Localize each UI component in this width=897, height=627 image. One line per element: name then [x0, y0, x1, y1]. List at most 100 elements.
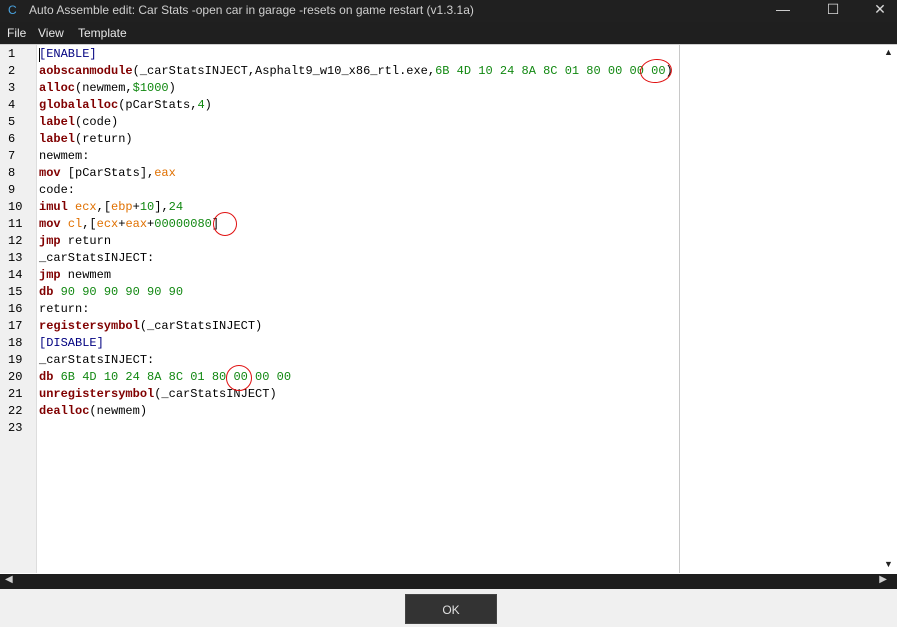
code-line-3: alloc(newmem,$1000): [39, 80, 176, 97]
code-text: (_carStatsINJECT): [154, 387, 277, 401]
title-bar: C Auto Assemble edit: Car Stats -open ca…: [0, 0, 897, 22]
number: 24: [168, 200, 184, 214]
line-number: 22: [8, 404, 23, 418]
number: 00000080: [154, 217, 212, 231]
line-number: 6: [8, 132, 16, 146]
minimize-button[interactable]: —: [760, 0, 806, 22]
code-text: newmem: [60, 268, 112, 282]
number: $1000: [132, 81, 169, 95]
line-number-gutter: 1 2 3 4 5 6 7 8 9 10 11 12 13 14 15 16 1…: [0, 45, 37, 573]
annotation-circle-line20: [226, 365, 252, 391]
menu-view[interactable]: View: [38, 26, 64, 40]
register: cl: [67, 217, 83, 231]
menu-bar: File View Template: [0, 22, 897, 44]
line-number: 7: [8, 149, 16, 163]
keyword: aobscanmodule: [39, 64, 133, 78]
keyword: registersymbol: [39, 319, 140, 333]
keyword: db: [39, 285, 54, 299]
keyword: label: [39, 115, 76, 129]
code-text: +: [132, 200, 140, 214]
line-number: 16: [8, 302, 23, 316]
code-line-15: db 90 90 90 90 90 90: [39, 284, 183, 301]
line-number: 10: [8, 200, 23, 214]
code-text: ): [204, 98, 212, 112]
button-panel: OK: [0, 589, 897, 627]
line-number: 4: [8, 98, 16, 112]
menu-file[interactable]: File: [7, 26, 26, 40]
code-text: return: [60, 234, 112, 248]
register: ebp: [111, 200, 133, 214]
line-number: 13: [8, 251, 23, 265]
register: ecx: [75, 200, 97, 214]
line-number: 15: [8, 285, 23, 299]
vertical-scrollbar[interactable]: ▲ ▼: [880, 45, 897, 573]
disable-directive: [DISABLE]: [39, 336, 104, 350]
line-number: 19: [8, 353, 23, 367]
enable-directive: [ENABLE]: [39, 47, 97, 61]
line-number: 14: [8, 268, 23, 282]
code-editor[interactable]: 1 2 3 4 5 6 7 8 9 10 11 12 13 14 15 16 1…: [0, 44, 897, 575]
line-number: 20: [8, 370, 23, 384]
code-line-10: imul ecx,[ebp+10],24: [39, 199, 183, 216]
cheat-engine-icon: C: [8, 3, 17, 17]
code-line-4: globalalloc(pCarStats,4): [39, 97, 212, 114]
register: ecx: [96, 217, 119, 231]
label-text: return:: [39, 302, 90, 316]
line-number: 21: [8, 387, 23, 401]
number: 4: [197, 98, 205, 112]
keyword: label: [39, 132, 76, 146]
code-line-5: label(code): [39, 114, 118, 131]
scroll-right-icon[interactable]: ▶: [879, 574, 887, 585]
menu-template[interactable]: Template: [78, 26, 127, 40]
horizontal-scrollbar[interactable]: ◀ ▶: [0, 574, 897, 589]
code-line-6: label(return): [39, 131, 133, 148]
code-line-22: dealloc(newmem): [39, 403, 147, 420]
code-text: (_carStatsINJECT,Asphalt9_w10_x86_rtl.ex…: [132, 64, 436, 78]
aob-bytes: 6B 4D 10 24 8A 8C 01 80 00 00 00: [435, 64, 666, 78]
keyword: jmp: [39, 268, 61, 282]
keyword: mov: [39, 217, 61, 231]
keyword: db: [39, 370, 54, 384]
code-text: (newmem): [89, 404, 148, 418]
original-bytes: 6B 4D 10 24 8A 8C 01 80 00 00 00: [60, 370, 292, 384]
code-line-11: mov cl,[ecx+eax+00000080]: [39, 216, 219, 233]
line-number: 3: [8, 81, 16, 95]
ok-button[interactable]: OK: [405, 594, 497, 624]
scroll-left-icon[interactable]: ◀: [5, 574, 13, 585]
label-text: code:: [39, 183, 76, 197]
number: 10: [139, 200, 155, 214]
scroll-up-icon[interactable]: ▲: [880, 47, 897, 57]
close-button[interactable]: ✕: [857, 0, 897, 22]
code-text: (code): [75, 115, 119, 129]
keyword: unregistersymbol: [39, 387, 155, 401]
annotation-circle-line2: [638, 57, 674, 85]
code-line-2: aobscanmodule(_carStatsINJECT,Asphalt9_w…: [39, 63, 673, 80]
maximize-button[interactable]: ☐: [810, 0, 856, 22]
code-text: ],: [154, 200, 169, 214]
keyword: alloc: [39, 81, 76, 95]
scroll-down-icon[interactable]: ▼: [880, 559, 897, 569]
code-line-7: newmem:: [39, 148, 89, 165]
line-number: 2: [8, 64, 16, 78]
code-text: ,[: [82, 217, 97, 231]
code-line-13: _carStatsINJECT:: [39, 250, 154, 267]
code-text: [pCarStats],: [60, 166, 155, 180]
line-number: 8: [8, 166, 16, 180]
line-number: 23: [8, 421, 23, 435]
code-line-8: mov [pCarStats],eax: [39, 165, 176, 182]
label-text: _carStatsINJECT:: [39, 251, 155, 265]
code-text: ,[: [96, 200, 112, 214]
code-area[interactable]: [ENABLE] aobscanmodule(_carStatsINJECT,A…: [39, 45, 879, 573]
keyword: globalalloc: [39, 98, 119, 112]
register: eax: [125, 217, 148, 231]
code-text: ): [168, 81, 176, 95]
code-text: (newmem,: [75, 81, 133, 95]
window-title: Auto Assemble edit: Car Stats -open car …: [29, 3, 474, 17]
line-number: 17: [8, 319, 23, 333]
code-text: (pCarStats,: [118, 98, 198, 112]
code-line-19: _carStatsINJECT:: [39, 352, 154, 369]
label-text: _carStatsINJECT:: [39, 353, 155, 367]
code-line-16: return:: [39, 301, 89, 318]
line-number: 9: [8, 183, 16, 197]
annotation-circle-line11: [213, 212, 237, 236]
